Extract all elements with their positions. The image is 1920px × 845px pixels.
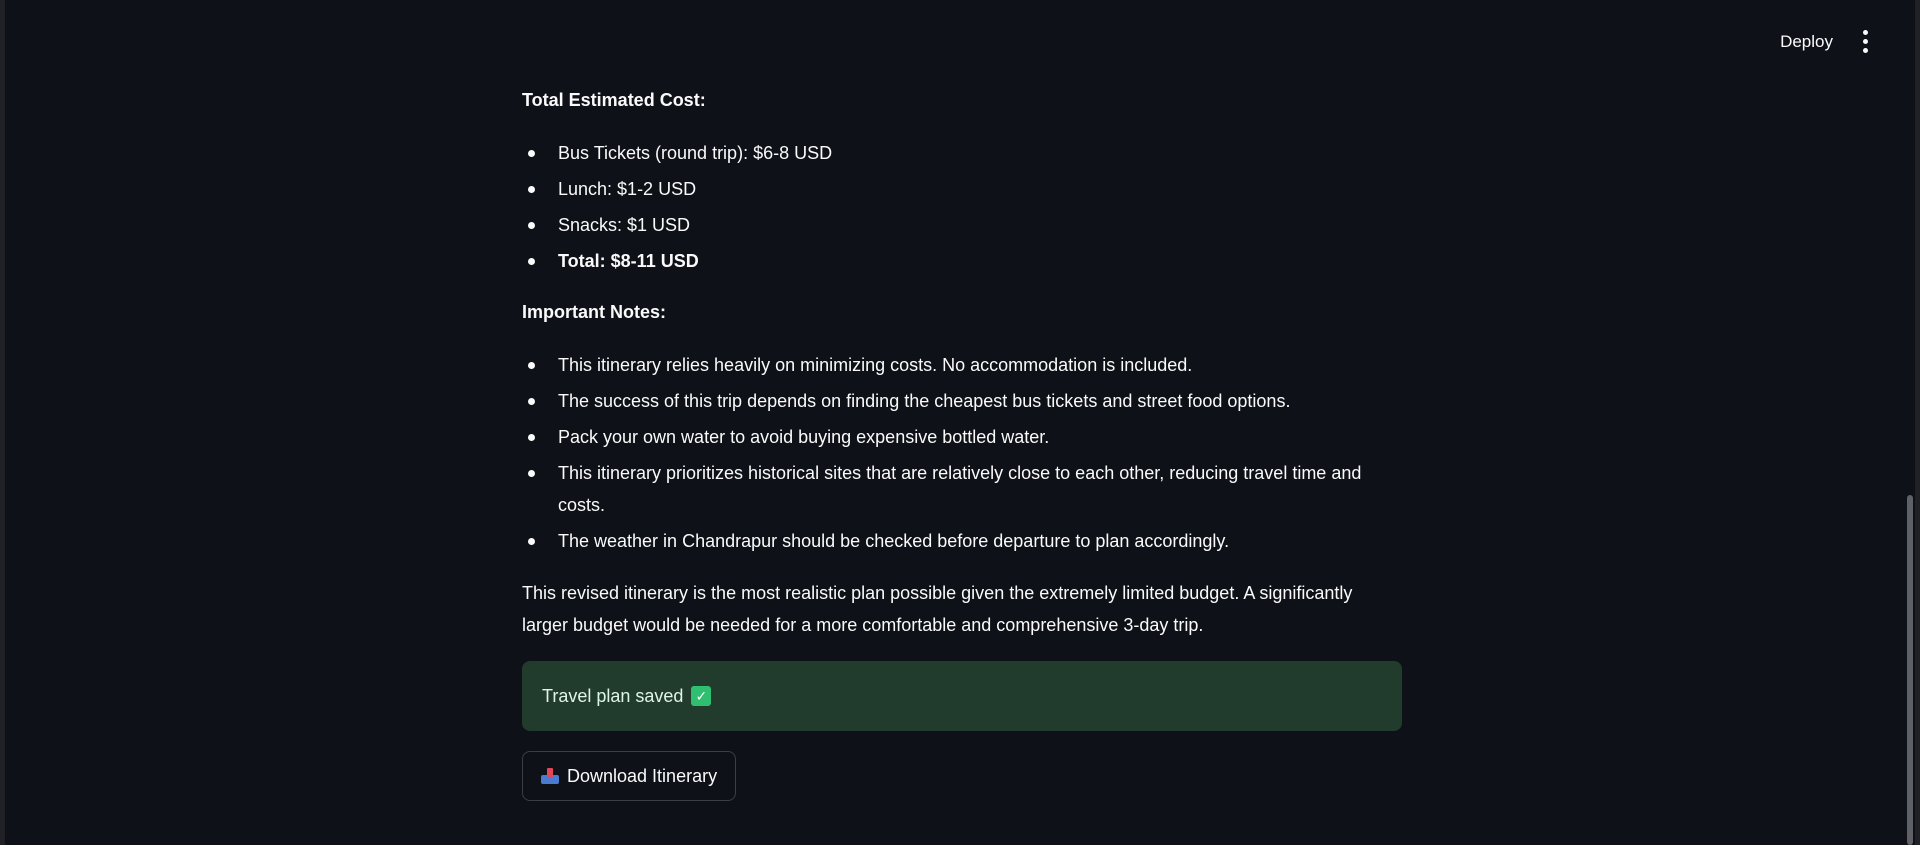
download-button-label: Download Itinerary	[567, 765, 718, 786]
scrollbar-thumb[interactable]	[1907, 495, 1913, 845]
app-header: Deploy	[5, 0, 1915, 80]
cost-item: Lunch: $1-2 USD	[522, 173, 1402, 205]
success-alert: Travel plan saved ✓	[522, 661, 1402, 731]
note-item: This itinerary prioritizes historical si…	[522, 457, 1402, 521]
check-mark-icon: ✓	[691, 686, 712, 706]
menu-dot	[1862, 38, 1868, 44]
menu-dot	[1862, 47, 1868, 53]
cost-total-item: Total: $8-11 USD	[522, 245, 1402, 277]
note-item: This itinerary relies heavily on minimiz…	[522, 349, 1402, 381]
app-window: Deploy Total Estimated Cost: Bus Tickets…	[0, 0, 1920, 845]
deploy-button[interactable]: Deploy	[1772, 26, 1841, 58]
notes-section-title: Important Notes:	[522, 302, 666, 322]
download-itinerary-button[interactable]: Download Itinerary	[522, 751, 737, 801]
summary-paragraph: This revised itinerary is the most reali…	[522, 583, 1353, 635]
cost-item: Snacks: $1 USD	[522, 209, 1402, 241]
inbox-tray-icon	[541, 768, 559, 784]
note-item: The weather in Chandrapur should be chec…	[522, 525, 1402, 557]
cost-section-title: Total Estimated Cost:	[522, 90, 706, 110]
note-item: The success of this trip depends on find…	[522, 385, 1402, 417]
menu-dot	[1862, 29, 1868, 35]
notes-list: This itinerary relies heavily on minimiz…	[522, 349, 1402, 561]
cost-item: Bus Tickets (round trip): $6-8 USD	[522, 137, 1402, 169]
vertical-ellipsis-icon[interactable]	[1851, 24, 1879, 58]
cost-list: Bus Tickets (round trip): $6-8 USD Lunch…	[522, 137, 1402, 281]
alert-text: Travel plan saved	[542, 685, 684, 706]
note-item: Pack your own water to avoid buying expe…	[522, 421, 1402, 453]
